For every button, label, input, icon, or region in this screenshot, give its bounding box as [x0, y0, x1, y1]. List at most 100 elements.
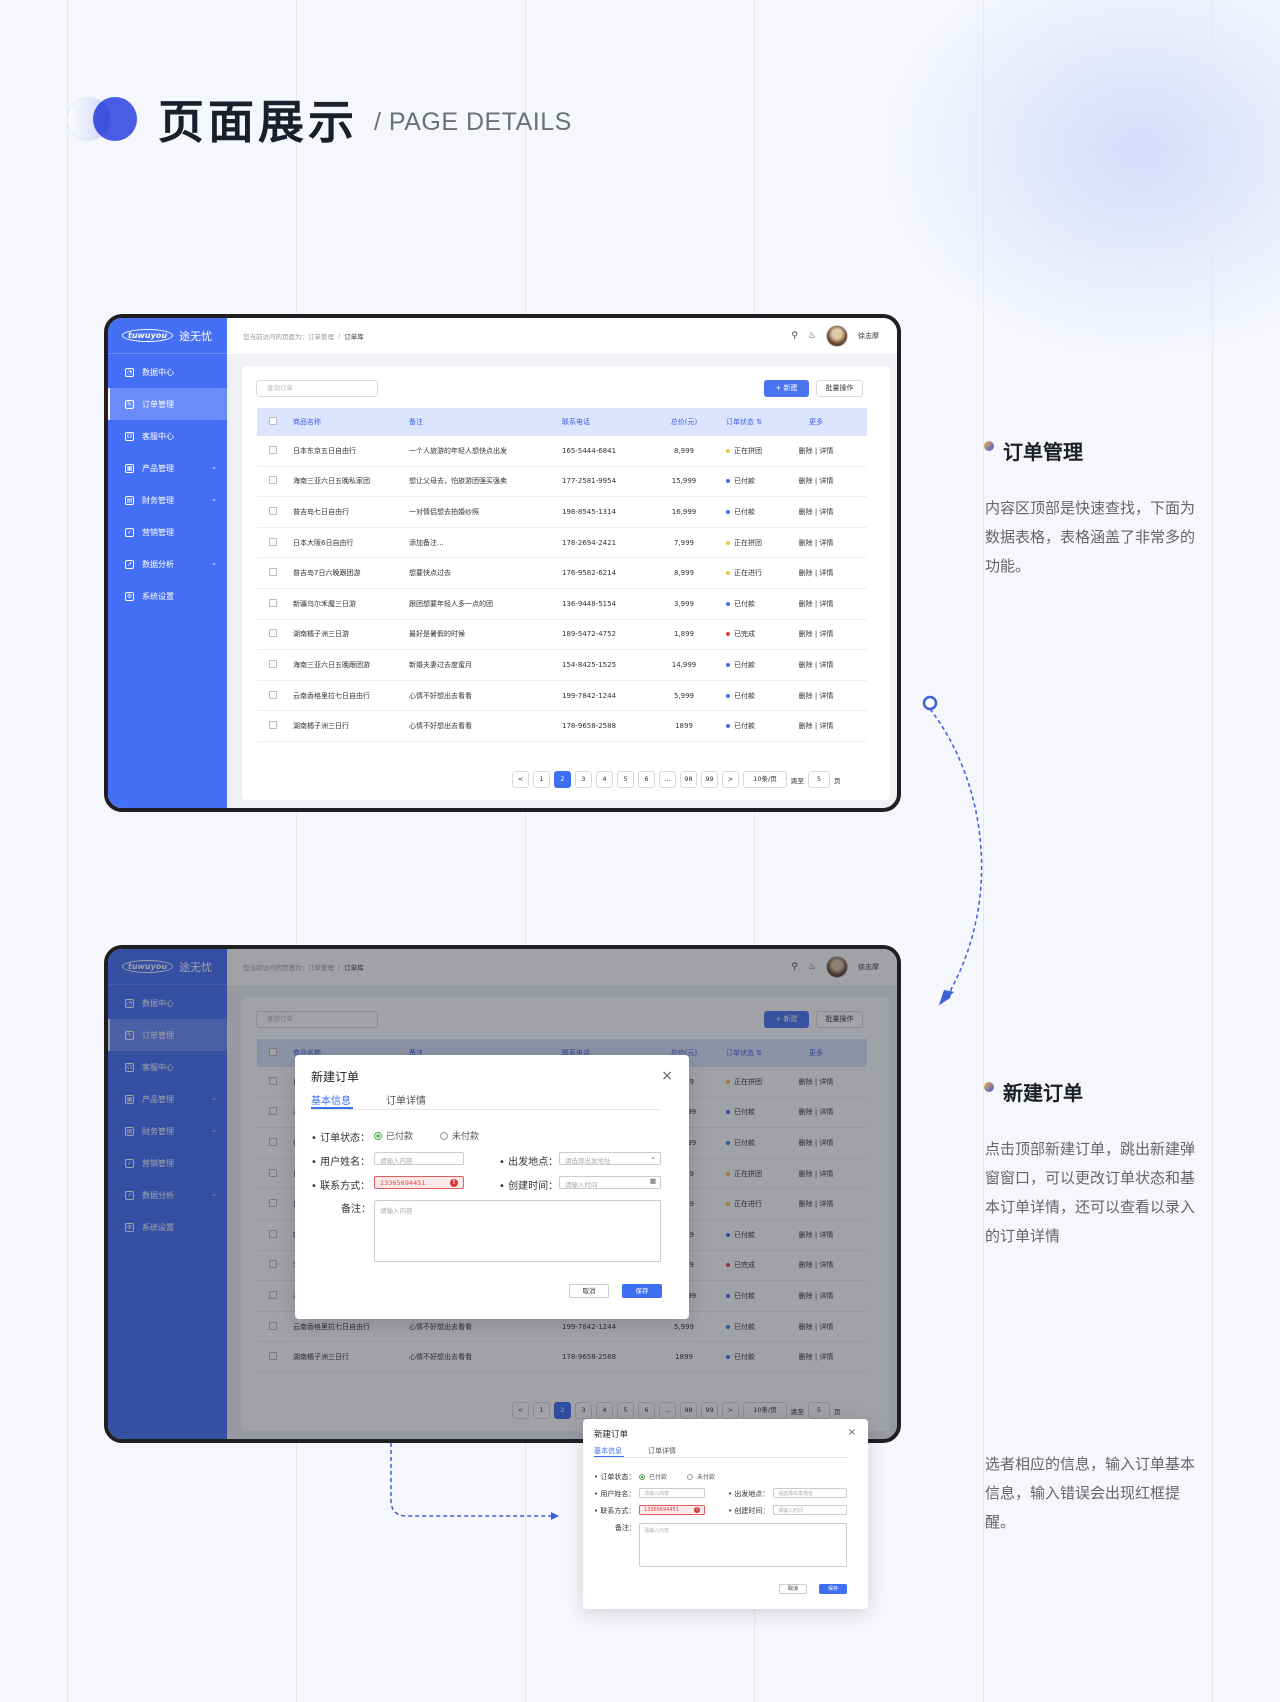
close-icon[interactable]: × [848, 1427, 856, 1438]
contact-input-error[interactable]: 13365694451! [374, 1176, 464, 1189]
cell-price: 3,999 [673, 599, 695, 608]
user-name[interactable]: 徐志摩 [858, 331, 879, 341]
status-dot-icon [726, 540, 730, 545]
cell-phone: 199-7842-1244 [562, 691, 617, 700]
cell-note: 想要快点过去 [409, 569, 451, 578]
radio-paid[interactable]: 已付款 [639, 1472, 667, 1481]
row-checkbox[interactable] [269, 537, 277, 546]
cell-more[interactable]: 删除 | 详情 [786, 507, 846, 517]
page-size-select[interactable]: 10条/页 [743, 771, 787, 788]
column-header[interactable]: 订单状态 ⇅ [714, 417, 786, 427]
cell-note: 一个人旅游的年轻人想快点出发 [409, 446, 507, 455]
cell-price: 14,999 [671, 660, 697, 669]
radio-unpaid[interactable]: 未付款 [440, 1129, 479, 1142]
prev-page-button[interactable]: < [512, 771, 529, 788]
batch-action-button[interactable]: 批量操作 [816, 380, 863, 397]
cell-more[interactable]: 删除 | 详情 [786, 691, 846, 701]
page-button[interactable]: 2 [554, 771, 571, 788]
select-all-checkbox[interactable] [269, 417, 277, 425]
user-name-input[interactable]: 请输入内容 [374, 1152, 464, 1165]
next-page-button[interactable]: > [722, 771, 739, 788]
created-time-input[interactable]: 请输入时间 ▦ [559, 1176, 661, 1189]
order-table: 商品名称 备注 联系电话 总价(元) 订单状态 ⇅ 更多日本东京五日自由行 一个人旅游的年轻… [257, 408, 867, 742]
row-checkbox[interactable] [269, 598, 277, 607]
note-textarea[interactable]: 请输入内容 [374, 1200, 661, 1262]
sidebar-item-0[interactable]: ◔ 数据中心 [108, 356, 227, 388]
user-name-input[interactable]: 请输入内容 [639, 1488, 705, 1498]
cell-note: 新婚夫妻过去度蜜月 [409, 660, 472, 669]
sidebar-item-7[interactable]: ⚙ 系统设置 [108, 580, 227, 612]
cell-more[interactable]: 删除 | 详情 [786, 446, 846, 456]
contact-input-error[interactable]: 13365694451! [639, 1505, 705, 1515]
departure-select[interactable]: 请选择出发地址 ⌄ [559, 1152, 661, 1165]
page-button[interactable]: 5 [617, 771, 634, 788]
status-dot-icon [726, 693, 730, 698]
breadcrumb-parent[interactable]: 订单管理 [308, 331, 334, 341]
cell-status: 已付款 [714, 691, 786, 701]
row-checkbox[interactable] [269, 629, 277, 638]
cell-status: 已付款 [714, 721, 786, 731]
sidebar-item-6[interactable]: ↗ 数据分析 ⌄ [108, 548, 227, 580]
cell-more[interactable]: 删除 | 详情 [786, 629, 846, 639]
row-checkbox[interactable] [269, 690, 277, 699]
cell-name: 海南三亚六日五晚跟团游 [293, 660, 370, 669]
sidebar-item-2[interactable]: ☊ 客服中心 [108, 420, 227, 452]
row-checkbox[interactable] [269, 659, 277, 668]
cell-more[interactable]: 删除 | 详情 [786, 660, 846, 670]
row-checkbox[interactable] [269, 568, 277, 577]
save-button[interactable]: 保存 [622, 1284, 662, 1298]
close-icon[interactable]: × [661, 1068, 673, 1084]
search-input[interactable]: 查询订单 [256, 380, 378, 397]
calendar-icon: ▦ [649, 1177, 656, 1185]
page-button[interactable]: ... [659, 771, 676, 788]
new-order-button[interactable]: + 新建 [764, 380, 809, 397]
cell-status: 已付款 [714, 599, 786, 609]
avatar[interactable] [826, 325, 848, 347]
cell-name: 湖南橘子洲三日行 [293, 722, 349, 731]
radio-paid[interactable]: 已付款 [374, 1129, 413, 1142]
radio-unpaid[interactable]: 未付款 [687, 1472, 715, 1481]
sidebar-item-5[interactable]: ✓ 营销管理 [108, 516, 227, 548]
section-title-order-management: 订单管理 [1003, 440, 1083, 464]
save-button[interactable]: 保存 [819, 1584, 847, 1594]
table-row: 湖南橘子洲三日游 最好是暑假的时候 189-5472-4752 1,899 已完成删除 … [257, 620, 867, 651]
cancel-button[interactable]: 取消 [779, 1584, 807, 1594]
page-button[interactable]: 3 [575, 771, 592, 788]
row-checkbox[interactable] [269, 476, 277, 485]
tab-basic-info[interactable]: 基本信息 [594, 1446, 622, 1456]
page-button[interactable]: 4 [596, 771, 613, 788]
created-time-input[interactable]: 请输入时间 [773, 1505, 847, 1515]
cell-more[interactable]: 删除 | 详情 [786, 538, 846, 548]
row-checkbox[interactable] [269, 506, 277, 515]
section-bullet-icon [984, 441, 994, 451]
note-textarea[interactable]: 请输入内容 [639, 1523, 847, 1567]
page-button[interactable]: 6 [638, 771, 655, 788]
tab-order-detail[interactable]: 订单详情 [648, 1446, 676, 1456]
ledger-icon: ▤ [125, 495, 134, 505]
cell-more[interactable]: 删除 | 详情 [786, 721, 846, 731]
cell-phone: 178-2694-2421 [562, 538, 617, 547]
sidebar-item-4[interactable]: ▤ 财务管理 ⌄ [108, 484, 227, 516]
cell-more[interactable]: 删除 | 详情 [786, 599, 846, 609]
created-time-label: • 创建时间： [728, 1507, 770, 1515]
sidebar-item-1[interactable]: ✎ 订单管理 [108, 388, 227, 420]
sidebar-item-label: 产品管理 [142, 463, 174, 473]
row-checkbox[interactable] [269, 721, 277, 730]
cell-more[interactable]: 删除 | 详情 [786, 568, 846, 578]
jump-input[interactable]: 5 [808, 771, 830, 788]
tab-order-detail[interactable]: 订单详情 [386, 1092, 426, 1107]
page-button[interactable]: 98 [680, 771, 697, 788]
contact-label: • 联系方式： [311, 1181, 371, 1192]
cancel-button[interactable]: 取消 [569, 1284, 609, 1298]
search-icon[interactable]: ⚲ [791, 331, 798, 341]
row-checkbox[interactable] [269, 445, 277, 454]
bell-icon[interactable]: ♨ [808, 331, 816, 341]
departure-select[interactable]: 请选择出发地址 [773, 1488, 847, 1498]
sidebar-item-3[interactable]: ▦ 产品管理 ⌄ [108, 452, 227, 484]
cell-name: 普吉岛七日自由行 [293, 507, 349, 516]
page-button[interactable]: 1 [533, 771, 550, 788]
tab-basic-info[interactable]: 基本信息 [311, 1092, 351, 1107]
page-button[interactable]: 99 [701, 771, 718, 788]
cell-more[interactable]: 删除 | 详情 [786, 476, 846, 486]
cell-note: 一对情侣想去拍婚纱照 [409, 507, 479, 516]
